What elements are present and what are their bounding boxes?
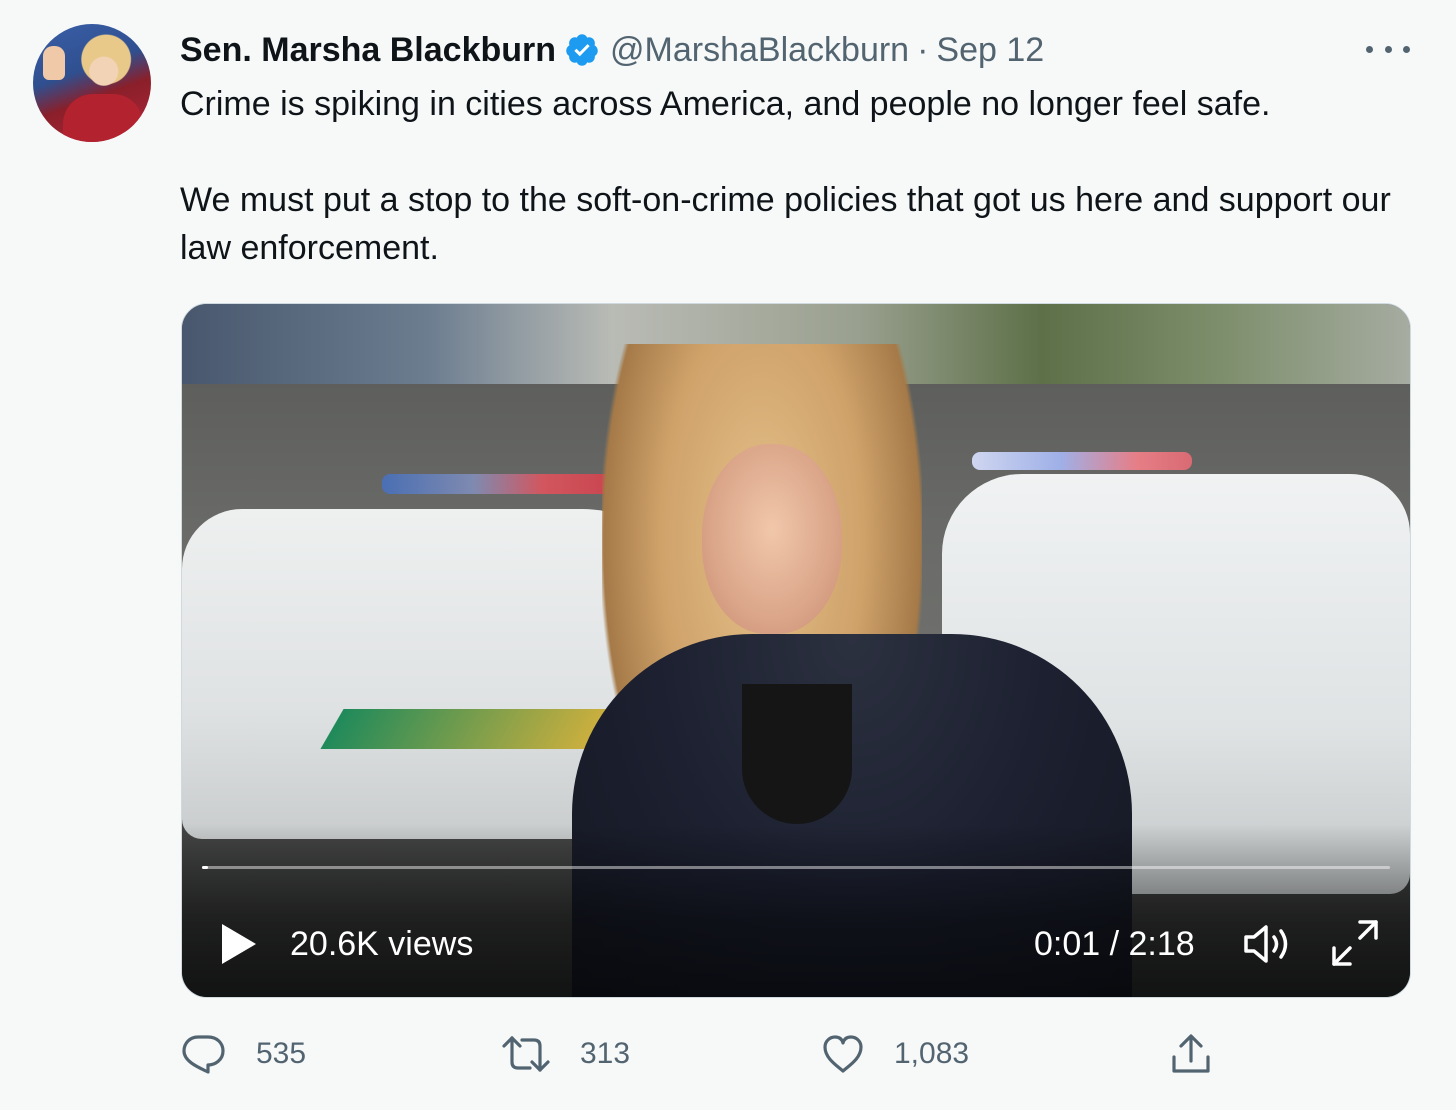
video-controls-gradient [182,824,1410,997]
retweet-icon [502,1034,550,1074]
reply-count: 535 [256,1037,307,1070]
verified-badge-icon [564,32,600,68]
video-frame-lightbar-left [382,474,612,494]
video-frame-lightbar-right [972,452,1192,470]
like-count: 1,083 [894,1037,970,1070]
avatar-body [63,94,143,142]
separator-dot: · [917,30,929,69]
tweet-actions: 535 313 1,083 [180,1030,1240,1078]
play-icon[interactable] [220,922,258,966]
tweet-card: Sen. Marsha Blackburn @MarshaBlackburn ·… [0,0,1456,1110]
volume-icon[interactable] [1242,922,1294,966]
like-button[interactable]: 1,083 [822,1030,969,1078]
retweet-count: 313 [580,1037,631,1070]
retweet-button[interactable]: 313 [502,1030,630,1078]
fullscreen-icon[interactable] [1330,918,1380,968]
more-options-icon[interactable] [1366,34,1410,64]
more-dot [1366,45,1373,53]
video-progress-bar[interactable] [202,866,1390,869]
share-button[interactable] [1170,1030,1212,1078]
more-dot [1403,45,1410,53]
reply-button[interactable]: 535 [180,1030,306,1078]
avatar[interactable] [33,24,151,142]
video-time: 0:01 / 2:18 [1034,925,1195,963]
author-name[interactable]: Sen. Marsha Blackburn [180,31,556,70]
video-frame-person-face [702,444,842,634]
video-view-count: 20.6K views [290,925,474,963]
tweet-text: Crime is spiking in cities across Americ… [180,85,1391,267]
video-progress-fill [202,866,208,869]
tweet-header: Sen. Marsha Blackburn @MarshaBlackburn ·… [180,28,1044,72]
author-handle[interactable]: @MarshaBlackburn [610,31,909,70]
avatar-hand [43,46,65,80]
reply-icon [180,1034,226,1074]
video-frame-person-shirt [742,684,852,824]
video-player[interactable]: 20.6K views 0:01 / 2:18 [181,303,1411,998]
more-dot [1384,45,1392,53]
tweet-date[interactable]: Sep 12 [936,31,1044,70]
share-icon [1170,1033,1212,1075]
heart-icon [822,1034,864,1074]
